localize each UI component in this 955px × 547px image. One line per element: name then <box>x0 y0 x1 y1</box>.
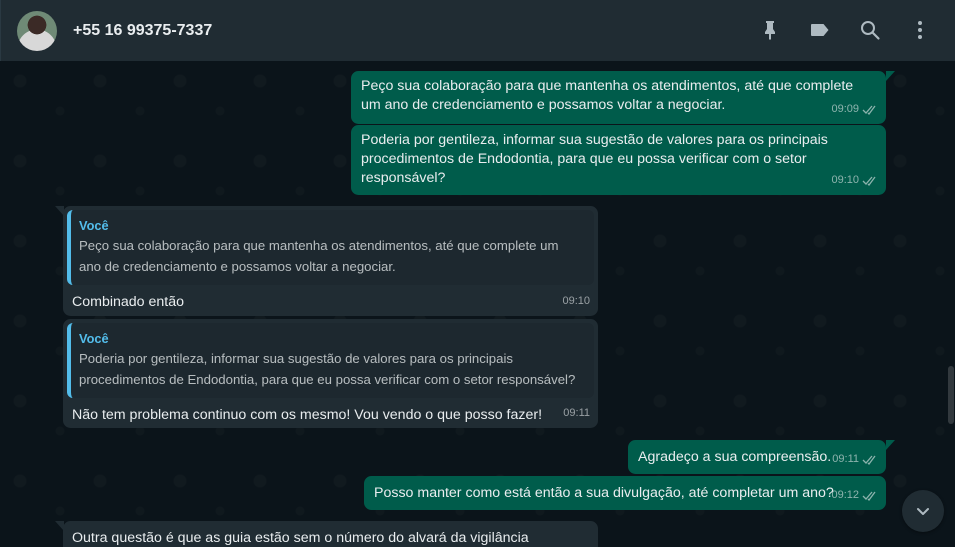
double-check-icon <box>862 176 876 186</box>
outgoing-message[interactable]: Posso manter como está então a sua divul… <box>364 476 886 510</box>
double-check-icon <box>862 105 876 115</box>
message-meta: 09:11 <box>563 404 590 423</box>
quote-text: Poderia por gentileza, informar sua suge… <box>79 351 576 387</box>
quote-text: Peço sua colaboração para que mantenha o… <box>79 238 559 274</box>
quote-author: Você <box>79 331 109 346</box>
outgoing-message[interactable]: Poderia por gentileza, informar sua suge… <box>351 125 886 195</box>
message-meta: 09:09 <box>831 100 878 119</box>
contact-name[interactable]: +55 16 99375-7337 <box>73 22 212 40</box>
search-icon[interactable] <box>858 18 882 42</box>
bubble-tail <box>886 440 895 450</box>
bubble-tail <box>55 206 64 216</box>
chat-header: +55 16 99375-7337 <box>0 0 955 61</box>
message-text: Peço sua colaboração para que mantenha o… <box>361 78 854 113</box>
pin-icon[interactable] <box>758 18 782 42</box>
message-meta: 09:10 <box>562 292 590 311</box>
bubble-tail <box>886 71 895 81</box>
double-check-icon <box>862 455 876 465</box>
outgoing-message[interactable]: Agradeço a sua compreensão. 09:11 <box>628 440 886 474</box>
message-time: 09:11 <box>563 407 590 419</box>
incoming-message[interactable]: Outra questão é que as guia estão sem o … <box>63 521 598 547</box>
label-icon[interactable] <box>808 18 832 42</box>
message-time: 09:10 <box>831 174 859 186</box>
message-meta: 09:10 <box>831 171 878 190</box>
message-text: Não tem problema continuo com os mesmo! … <box>72 407 543 423</box>
message-time: 09:11 <box>832 453 859 465</box>
message-text: Posso manter como está então a sua divul… <box>374 485 834 501</box>
incoming-message[interactable]: Você Poderia por gentileza, informar sua… <box>63 319 598 428</box>
message-meta: 09:12 <box>831 486 878 505</box>
message-text: Outra questão é que as guia estão sem o … <box>72 530 529 546</box>
incoming-message[interactable]: Você Peço sua colaboração para que mante… <box>63 206 598 316</box>
menu-icon[interactable] <box>908 18 932 42</box>
quoted-message[interactable]: Você Poderia por gentileza, informar sua… <box>67 323 594 398</box>
message-text: Poderia por gentileza, informar sua suge… <box>361 132 828 186</box>
outgoing-message[interactable]: Peço sua colaboração para que mantenha o… <box>351 71 886 124</box>
double-check-icon <box>862 491 876 501</box>
chevron-down-icon <box>917 508 929 515</box>
quote-author: Você <box>79 218 109 233</box>
quoted-message[interactable]: Você Peço sua colaboração para que mante… <box>67 210 594 285</box>
scroll-to-bottom-button[interactable] <box>902 490 944 532</box>
message-time: 09:12 <box>831 489 859 501</box>
avatar[interactable] <box>17 11 57 51</box>
message-time: 09:09 <box>831 103 859 115</box>
bubble-tail <box>55 521 64 531</box>
message-meta: 09:11 <box>832 450 878 469</box>
message-list[interactable]: Peço sua colaboração para que mantenha o… <box>0 61 955 547</box>
message-text: Combinado então <box>72 294 185 310</box>
scrollbar-thumb[interactable] <box>948 366 954 424</box>
message-time: 09:10 <box>562 295 590 307</box>
